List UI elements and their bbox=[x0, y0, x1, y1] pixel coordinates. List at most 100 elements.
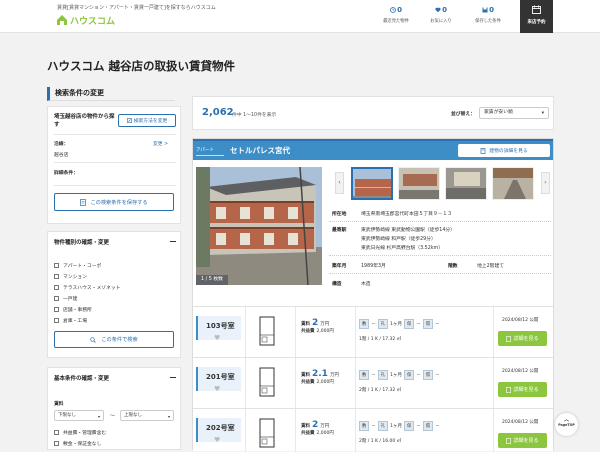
published-date: 2024/08/12 公開 bbox=[502, 318, 539, 323]
checkbox-icon[interactable] bbox=[54, 285, 59, 290]
photo-thumbnail[interactable] bbox=[398, 167, 440, 200]
type-checkbox[interactable]: 倉庫・工場 bbox=[54, 317, 87, 324]
divider bbox=[329, 221, 551, 222]
favorites-link[interactable]: 0 お気に入り bbox=[421, 6, 461, 24]
room-number[interactable]: 201号室 bbox=[206, 372, 235, 382]
save-conditions-button[interactable]: この検索条件を保存する bbox=[54, 193, 174, 211]
common-fee-checkbox[interactable]: 共益費・管理費含む bbox=[54, 429, 106, 436]
checkbox-icon[interactable] bbox=[54, 263, 59, 268]
room-row: 202号室 ♥ 賃料 2 万円 共益費 2,000円 敷－ 礼 1ヶ月 保－ 償－ 2階 … bbox=[193, 408, 553, 452]
type-checkbox[interactable]: マンション bbox=[54, 273, 87, 280]
type-checkbox[interactable]: テラスハウス・メゾネット bbox=[54, 284, 120, 291]
room-number-cell: 201号室 ♥ bbox=[196, 367, 241, 393]
floor-plan-image[interactable] bbox=[258, 315, 276, 347]
divider bbox=[329, 255, 551, 256]
room-number[interactable]: 202号室 bbox=[206, 423, 235, 433]
type-label: アパート・コーポ bbox=[63, 264, 102, 269]
type-checkbox[interactable]: アパート・コーポ bbox=[54, 262, 101, 269]
photo-thumbnail[interactable] bbox=[351, 167, 393, 200]
divider bbox=[295, 307, 296, 358]
change-method-button[interactable]: 検索方法を変更 bbox=[118, 114, 176, 127]
structure-value: 木造 bbox=[361, 282, 371, 287]
amortization-chip: 償 bbox=[422, 421, 434, 431]
amortization-chip: 償 bbox=[422, 370, 434, 380]
favorite-heart-icon[interactable]: ♥ bbox=[214, 334, 220, 342]
divider bbox=[54, 162, 176, 163]
search-with-conditions-button[interactable]: この条件で検索 bbox=[54, 331, 174, 348]
checkbox-icon[interactable] bbox=[54, 430, 59, 435]
thumb-parking-image bbox=[446, 168, 486, 199]
sort-label: 並び替え： bbox=[451, 112, 475, 117]
floor-plan-image[interactable] bbox=[258, 417, 276, 449]
logo-text: ハウスコム bbox=[70, 16, 116, 27]
collapse-icon[interactable] bbox=[170, 241, 176, 242]
guarantee-chip: 保 bbox=[403, 370, 415, 380]
saved-conditions-link[interactable]: 0 保存した条件 bbox=[468, 6, 508, 24]
search-with-conditions-label: この条件で検索 bbox=[101, 337, 138, 343]
room-number-cell: 202号室 ♥ bbox=[196, 418, 241, 444]
room-detail-button[interactable]: 詳細を見る bbox=[498, 433, 547, 448]
checkbox-icon[interactable] bbox=[54, 274, 59, 279]
rent-max-value: 上限なし bbox=[124, 413, 142, 418]
rent-label: 賃料 bbox=[301, 373, 310, 378]
property-card: アパート セトルパレス宮代 建物の詳細を見る 1 / 5 枚数 ‹ › 所在地 … bbox=[192, 138, 554, 452]
favorite-heart-icon[interactable]: ♥ bbox=[214, 385, 220, 393]
saved-conditions-count: 0 bbox=[489, 6, 494, 14]
property-header: アパート セトルパレス宮代 建物の詳細を見る bbox=[193, 139, 553, 160]
search-change-heading: 検索条件の変更 bbox=[47, 87, 175, 101]
building-name[interactable]: セトルパレス宮代 bbox=[230, 145, 290, 156]
save-icon bbox=[482, 7, 488, 13]
basic-conditions-title: 基本条件の確認・変更 bbox=[54, 376, 110, 382]
dropdown-arrow-icon: ▾ bbox=[541, 111, 544, 116]
route-change-link[interactable]: 変更 > bbox=[153, 140, 168, 147]
deposit-key-info: 敷－ 礼 1ヶ月 保－ 償－ bbox=[359, 319, 440, 329]
deposit-value: － bbox=[371, 373, 376, 378]
amortization-value: － bbox=[435, 373, 440, 378]
site-logo[interactable]: ハウスコム bbox=[56, 13, 115, 27]
photo-thumbnail[interactable] bbox=[492, 167, 534, 200]
result-count-suffix: 件中 1～10件を表示 bbox=[232, 113, 277, 118]
document-icon bbox=[506, 386, 512, 393]
photo-counter: 1 / 5 枚数 bbox=[196, 275, 228, 285]
page-top-button[interactable]: ︿ PageTOP bbox=[555, 413, 578, 436]
checkbox-icon[interactable] bbox=[54, 296, 59, 301]
room-detail-button[interactable]: 詳細を見る bbox=[498, 382, 547, 397]
rent-max-select[interactable]: 上限なし ▾ bbox=[120, 410, 174, 421]
favorite-heart-icon[interactable]: ♥ bbox=[214, 436, 220, 444]
room-number[interactable]: 103号室 bbox=[206, 321, 235, 331]
type-checkbox[interactable]: 一戸建 bbox=[54, 295, 77, 302]
divider bbox=[493, 409, 494, 452]
favorites-count: 0 bbox=[442, 6, 447, 14]
next-photo-button[interactable]: › bbox=[541, 172, 550, 194]
edit-icon bbox=[126, 118, 132, 123]
room-detail-button[interactable]: 詳細を見る bbox=[498, 331, 547, 346]
sort-select[interactable]: 家賃が安い順 ▾ bbox=[479, 107, 549, 119]
recently-viewed-link[interactable]: 0 最近見た物件 bbox=[376, 6, 416, 24]
station-line: 東武日光線 杉戸高野台駅（3.52km） bbox=[361, 246, 444, 251]
checkbox-icon[interactable] bbox=[54, 307, 59, 312]
rent-info: 賃料 2 万円 共益費 2,000円 bbox=[301, 318, 353, 334]
divider bbox=[493, 358, 494, 409]
building-photo[interactable] bbox=[196, 167, 322, 285]
checkbox-icon[interactable] bbox=[54, 441, 59, 446]
room-detail-label: 詳細を見る bbox=[513, 387, 539, 393]
collapse-icon[interactable] bbox=[170, 377, 176, 378]
basic-conditions-heading[interactable]: 基本条件の確認・変更 bbox=[54, 374, 176, 382]
rent-min-select[interactable]: 下限なし ▾ bbox=[54, 410, 104, 421]
floor-plan-image[interactable] bbox=[258, 366, 276, 398]
store-visit-button[interactable]: 来店予約 bbox=[520, 0, 553, 33]
checkbox-icon[interactable] bbox=[54, 318, 59, 323]
rent-unit: 万円 bbox=[329, 373, 339, 378]
type-checkbox[interactable]: 店舗・事務所 bbox=[54, 306, 92, 313]
photo-thumbnail[interactable] bbox=[445, 167, 487, 200]
no-deposit-checkbox[interactable]: 敷金・保証金なし bbox=[54, 440, 101, 447]
divider bbox=[355, 409, 356, 452]
station-line: 東武伊勢崎線 和戸駅（徒歩29分） bbox=[361, 237, 436, 242]
deposit-value: － bbox=[371, 424, 376, 429]
property-type-heading[interactable]: 物件種別の確認・変更 bbox=[54, 238, 176, 246]
rent-info: 賃料 2 万円 共益費 2,000円 bbox=[301, 420, 353, 436]
floors-value: 地上2階建て bbox=[477, 264, 505, 269]
change-method-label: 検索方法を変更 bbox=[133, 119, 168, 124]
building-detail-button[interactable]: 建物の詳細を見る bbox=[458, 144, 550, 157]
prev-photo-button[interactable]: ‹ bbox=[335, 172, 344, 194]
